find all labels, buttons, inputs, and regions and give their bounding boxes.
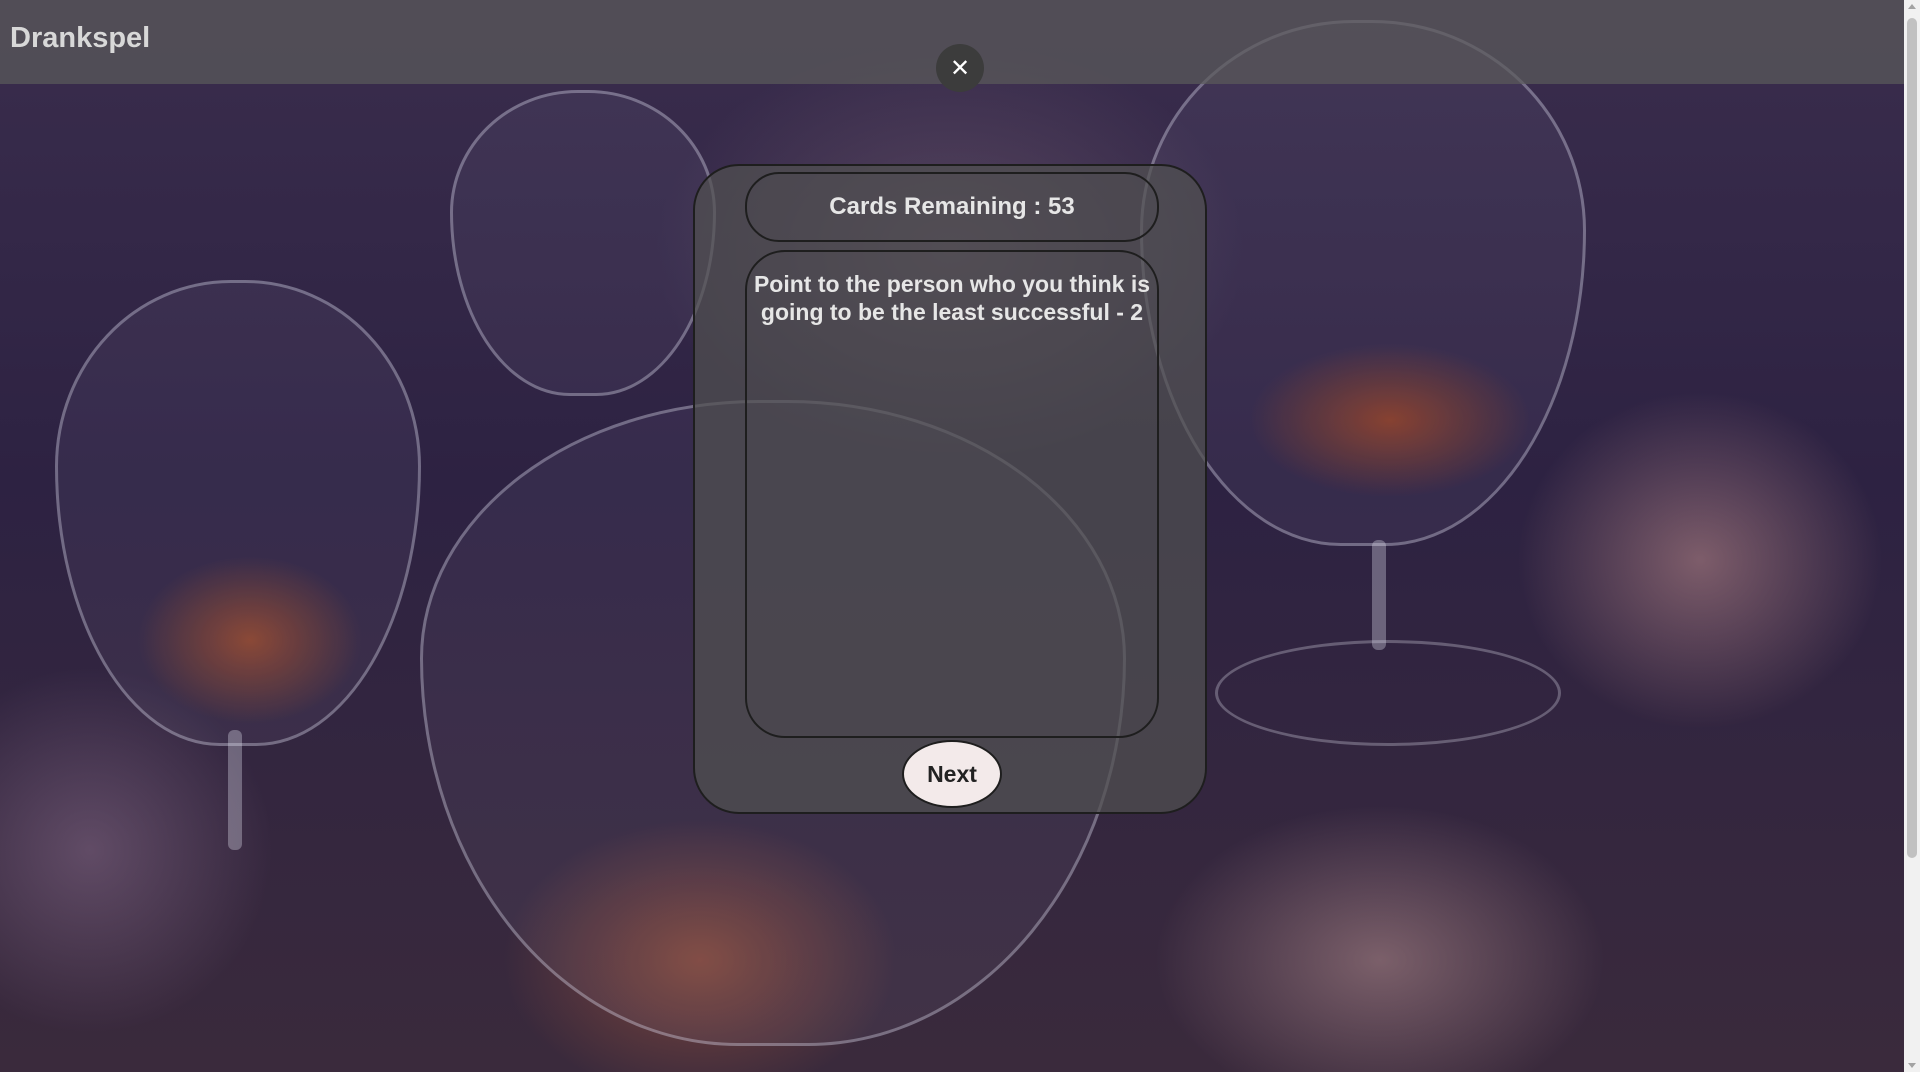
next-button[interactable]: Next xyxy=(902,740,1002,808)
scroll-up-icon[interactable] xyxy=(1908,4,1916,9)
card-prompt-text: Point to the person who you think is goi… xyxy=(753,271,1151,325)
cards-remaining-label: Cards Remaining : 53 xyxy=(829,193,1075,220)
scrollbar-thumb[interactable] xyxy=(1907,18,1917,858)
close-button[interactable]: ✕ xyxy=(936,44,984,92)
app-title: Drankspel xyxy=(10,22,151,54)
card-dialog: Cards Remaining : 53 Point to the person… xyxy=(693,164,1207,814)
glass-center-back xyxy=(450,90,716,396)
glass-left xyxy=(55,280,421,746)
glass-left-stem xyxy=(228,730,242,850)
close-icon: ✕ xyxy=(949,54,971,82)
vertical-scrollbar[interactable] xyxy=(1904,0,1920,1072)
glass-right-stem xyxy=(1372,540,1386,650)
cards-remaining: Cards Remaining : 53 xyxy=(745,172,1159,242)
glass-right-base xyxy=(1215,640,1561,746)
next-button-label: Next xyxy=(927,760,977,787)
card-prompt: Point to the person who you think is goi… xyxy=(745,250,1159,738)
scroll-down-icon[interactable] xyxy=(1908,1063,1916,1068)
